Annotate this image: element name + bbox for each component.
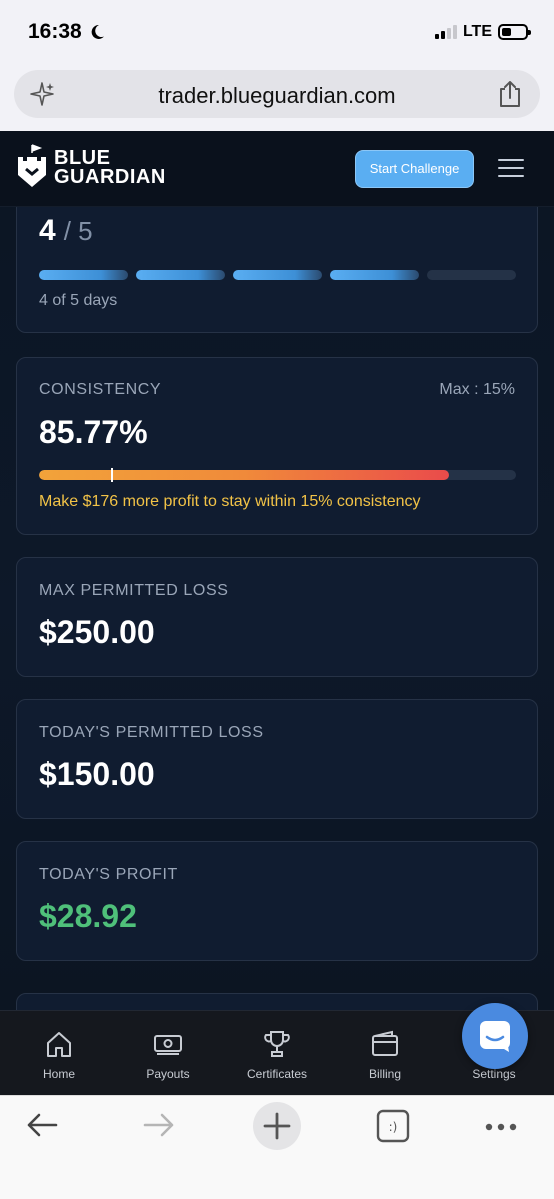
status-indicators: LTE <box>434 23 531 41</box>
max-loss-value: $250.00 <box>39 614 155 650</box>
consistency-max-label: Max : 15% <box>439 381 515 398</box>
todays-loss-card: TODAY'S PERMITTED LOSS $150.00 <box>16 699 538 819</box>
share-icon[interactable] <box>496 79 524 109</box>
consistency-progress-fill <box>39 470 450 480</box>
day-segment <box>39 270 128 280</box>
app-header: BLUE GUARDIAN Start Challenge <box>0 131 554 207</box>
days-progress-segments <box>39 270 516 280</box>
castle-logo-icon <box>18 144 46 187</box>
todays-loss-label: TODAY'S PERMITTED LOSS <box>39 724 264 741</box>
battery-icon <box>498 24 531 40</box>
consistency-limit-marker <box>110 468 113 482</box>
browser-toolbar: :) <box>0 1095 554 1199</box>
todays-profit-value: $28.92 <box>39 898 137 934</box>
network-label: LTE <box>462 23 492 40</box>
nav-label-certificates: Certificates <box>246 1067 308 1081</box>
next-card <box>16 993 538 1010</box>
days-total: 5 <box>78 216 93 246</box>
chat-support-button[interactable] <box>462 1003 528 1069</box>
trading-days-card: 4/ 5 4 of 5 days <box>16 207 538 333</box>
consistency-label: CONSISTENCY <box>39 381 162 398</box>
nav-item-certificates[interactable]: Certificates <box>227 1029 327 1083</box>
logo-line-2: GUARDIAN <box>54 166 166 188</box>
tabs-icon[interactable]: :) <box>376 1109 410 1143</box>
forward-arrow-icon[interactable] <box>141 1110 177 1140</box>
todays-profit-card: TODAY'S PROFIT $28.92 <box>16 841 538 961</box>
day-segment <box>233 270 322 280</box>
day-segment <box>136 270 225 280</box>
moon-icon <box>91 24 104 39</box>
days-progress-text: 4 of 5 days <box>39 292 118 309</box>
clock-text: 16:38 <box>28 20 82 43</box>
consistency-message: Make $176 more profit to stay within 15%… <box>39 493 421 510</box>
days-separator: / <box>63 216 71 246</box>
money-icon <box>154 1035 182 1055</box>
nav-label-home: Home <box>42 1067 75 1081</box>
todays-profit-label: TODAY'S PROFIT <box>39 866 178 883</box>
nav-label-billing: Billing <box>368 1067 401 1081</box>
browser-address-area: trader.blueguardian.com <box>0 64 554 131</box>
logo[interactable]: BLUE GUARDIAN <box>16 143 166 193</box>
url-text[interactable]: trader.blueguardian.com <box>14 83 540 109</box>
todays-loss-value: $150.00 <box>39 756 155 792</box>
trophy-icon <box>264 1031 290 1057</box>
consistency-value: 85.77% <box>39 414 148 450</box>
nav-item-home[interactable]: Home <box>9 1029 109 1083</box>
nav-item-billing[interactable]: Billing <box>335 1029 435 1083</box>
signal-icon <box>434 25 457 39</box>
chat-icon <box>480 1021 510 1052</box>
max-loss-label: MAX PERMITTED LOSS <box>39 582 229 599</box>
nav-label-settings: Settings <box>472 1067 516 1081</box>
wallet-icon <box>372 1030 398 1056</box>
status-bar: 16:38 LTE <box>0 0 554 64</box>
consistency-card: CONSISTENCY Max : 15% 85.77% Make $176 m… <box>16 357 538 535</box>
dashboard-content[interactable]: 4/ 5 4 of 5 days CONSISTENCY Max : 15% 8… <box>0 207 554 1010</box>
status-time: 16:38 <box>28 20 106 44</box>
plus-icon <box>263 1112 291 1140</box>
start-challenge-button[interactable]: Start Challenge <box>355 150 474 188</box>
logo-text: BLUE GUARDIAN <box>54 148 166 188</box>
address-bar[interactable]: trader.blueguardian.com <box>14 70 540 118</box>
day-segment <box>427 270 516 280</box>
day-segment <box>330 270 419 280</box>
svg-text::): :) <box>389 1120 398 1134</box>
days-count: 4/ 5 <box>39 214 93 248</box>
hamburger-menu-icon[interactable] <box>498 159 524 179</box>
home-icon <box>47 1032 71 1057</box>
back-arrow-icon[interactable] <box>24 1110 60 1140</box>
days-current: 4 <box>39 214 56 247</box>
nav-label-payouts: Payouts <box>146 1067 190 1081</box>
nav-item-payouts[interactable]: Payouts <box>118 1029 218 1083</box>
more-icon[interactable] <box>484 1122 518 1132</box>
new-tab-button[interactable] <box>253 1102 301 1150</box>
max-loss-card: MAX PERMITTED LOSS $250.00 <box>16 557 538 677</box>
